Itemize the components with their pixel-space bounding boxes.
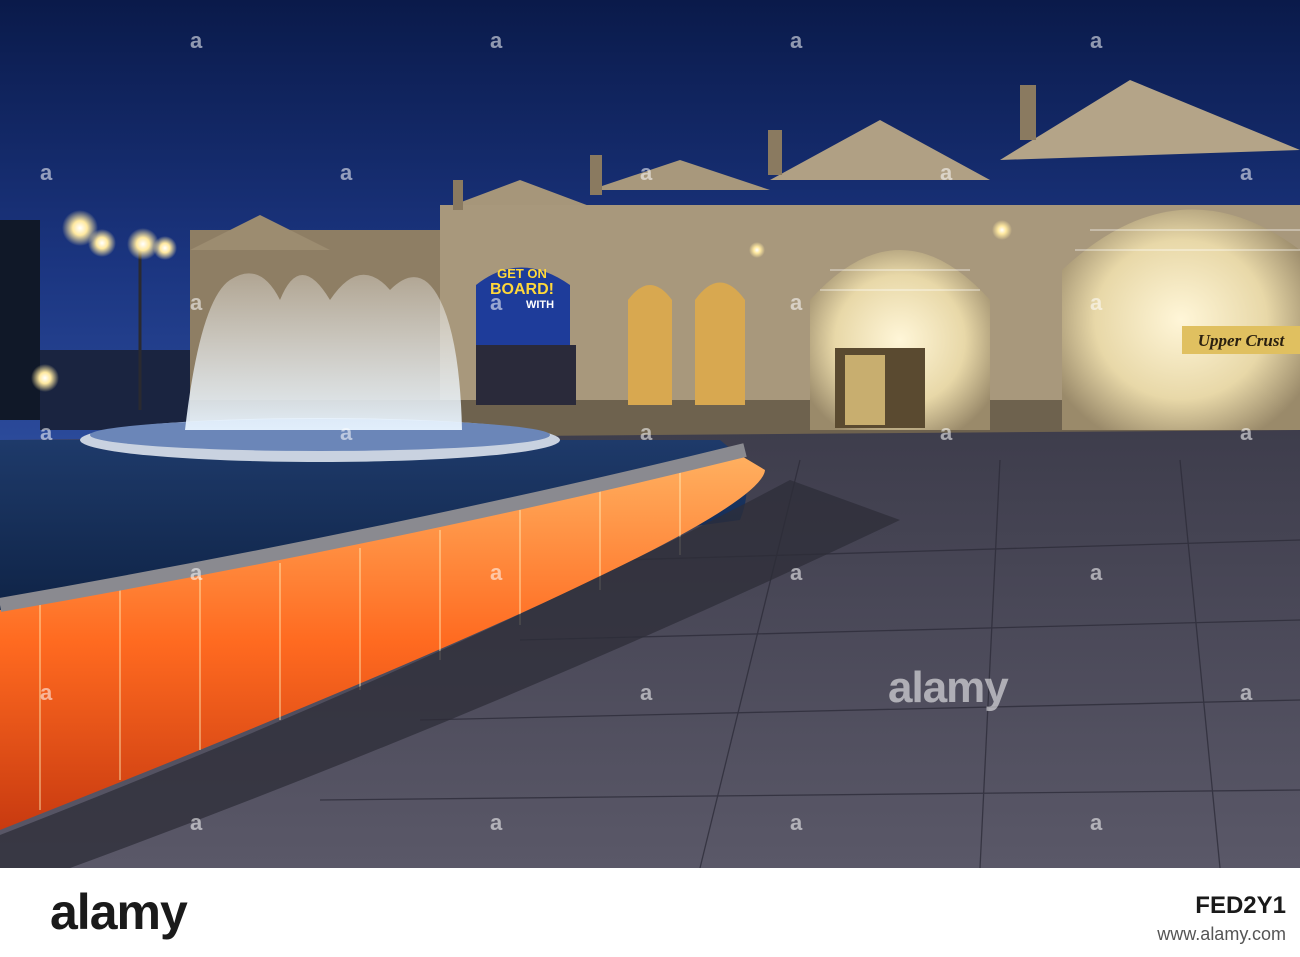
left-building [0, 220, 40, 420]
watermark-tile: a [640, 420, 653, 445]
poster-line1: GET ON [497, 266, 547, 281]
watermark-tile: a [940, 160, 953, 185]
watermark-tile: a [640, 680, 653, 705]
image-id-label: FED2Y1 [1195, 892, 1286, 919]
alamy-url[interactable]: www.alamy.com [1157, 924, 1286, 945]
watermark-center: alamy [888, 663, 1009, 712]
watermark-tile: a [1240, 420, 1253, 445]
watermark-tile: a [340, 160, 353, 185]
watermark-tile: a [1090, 810, 1103, 835]
watermark-tile: a [190, 28, 203, 53]
watermark-tile: a [1240, 160, 1253, 185]
fountain-spray [185, 273, 462, 430]
photo-scene: GET ON BOARD! WITH Upper Crust a a a a a… [0, 0, 1300, 868]
stock-footer [0, 868, 1300, 957]
watermark-tile: a [790, 28, 803, 53]
upper-crust-text: Upper Crust [1198, 331, 1286, 350]
watermark-tile: a [490, 560, 503, 585]
watermark-tile: a [790, 560, 803, 585]
watermark-tile: a [490, 810, 503, 835]
watermark-tile: a [640, 160, 653, 185]
watermark-tile: a [40, 680, 53, 705]
watermark-tile: a [190, 560, 203, 585]
watermark-tile: a [340, 420, 353, 445]
watermark-tile: a [490, 290, 503, 315]
watermark-tile: a [490, 28, 503, 53]
watermark-tile: a [190, 810, 203, 835]
watermark-tile: a [40, 160, 53, 185]
watermark-tile: a [190, 290, 203, 315]
watermark-tile: a [1240, 680, 1253, 705]
watermark-tile: a [790, 810, 803, 835]
watermark-tile: a [40, 420, 53, 445]
poster-line3: WITH [526, 299, 554, 311]
watermark-tile: a [1090, 28, 1103, 53]
alamy-logo[interactable]: alamy [50, 883, 188, 941]
watermark-tile: a [1090, 290, 1103, 315]
watermark-tile: a [940, 420, 953, 445]
watermark-tile: a [790, 290, 803, 315]
watermark-tile: a [1090, 560, 1103, 585]
